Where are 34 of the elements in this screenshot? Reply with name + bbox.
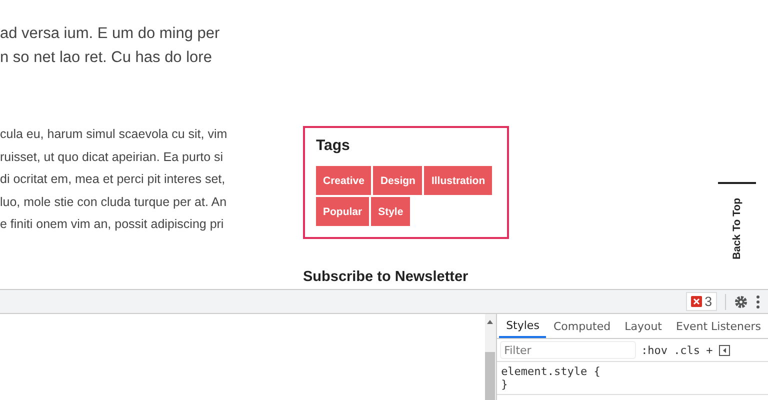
panel-tab[interactable]: Event Listeners	[669, 314, 768, 338]
toolbar-toggle[interactable]: .cls	[674, 344, 700, 356]
paragraph-line: cula eu, harum simul scaevola cu sit, vim	[0, 126, 228, 143]
panel-tab[interactable]: Computed	[546, 314, 618, 338]
widget-title: Tags	[316, 137, 351, 154]
tag-link[interactable]: Creative	[316, 166, 372, 195]
settings-icon[interactable]	[734, 294, 748, 308]
paragraph-line: ad versa ium. E um do ming per	[0, 24, 221, 44]
paragraph-line: ruisset, ut quo dicat apeirian. Ea purto si	[0, 148, 224, 166]
sidebar-toggle-icon[interactable]	[718, 344, 730, 356]
error-count: 3	[704, 294, 712, 309]
paragraph-line: luo, mole stie con cluda turque per at. An	[0, 194, 228, 211]
paragraph-line: n so net lao ret. Cu has do lore	[0, 48, 213, 68]
panel-tab[interactable]: Layout	[618, 314, 669, 338]
widget-title: Subscribe to Newsletter	[303, 269, 470, 285]
tag-link[interactable]: Design	[373, 166, 422, 195]
more-options-icon[interactable]	[756, 294, 760, 308]
filter-field[interactable]: Filter	[501, 342, 636, 358]
css-rule-line: }	[501, 378, 509, 391]
scrollbar-thumb[interactable]	[485, 352, 496, 400]
scroll-up-arrow-icon[interactable]	[487, 320, 494, 324]
error-badge[interactable]: 3	[686, 292, 717, 311]
toolbar-toggle[interactable]: +	[706, 344, 713, 356]
css-rule-line: element.style {	[501, 365, 602, 378]
tag-link[interactable]: Illustration	[424, 166, 492, 195]
back-to-top-link[interactable]: Back To Top	[731, 198, 743, 260]
paragraph-line: e finiti onem vim an, possit adipiscing pri	[0, 216, 225, 233]
tag-link[interactable]: Popular	[316, 197, 370, 226]
tag-link[interactable]: Style	[371, 197, 410, 226]
scrollbar[interactable]	[484, 314, 496, 400]
panel-tab[interactable]: Styles	[499, 314, 546, 338]
toolbar-toggle[interactable]: :hov	[641, 344, 668, 356]
paragraph-line: di ocritat em, mea et perci pit interes set,	[0, 171, 226, 188]
error-icon	[690, 296, 702, 307]
